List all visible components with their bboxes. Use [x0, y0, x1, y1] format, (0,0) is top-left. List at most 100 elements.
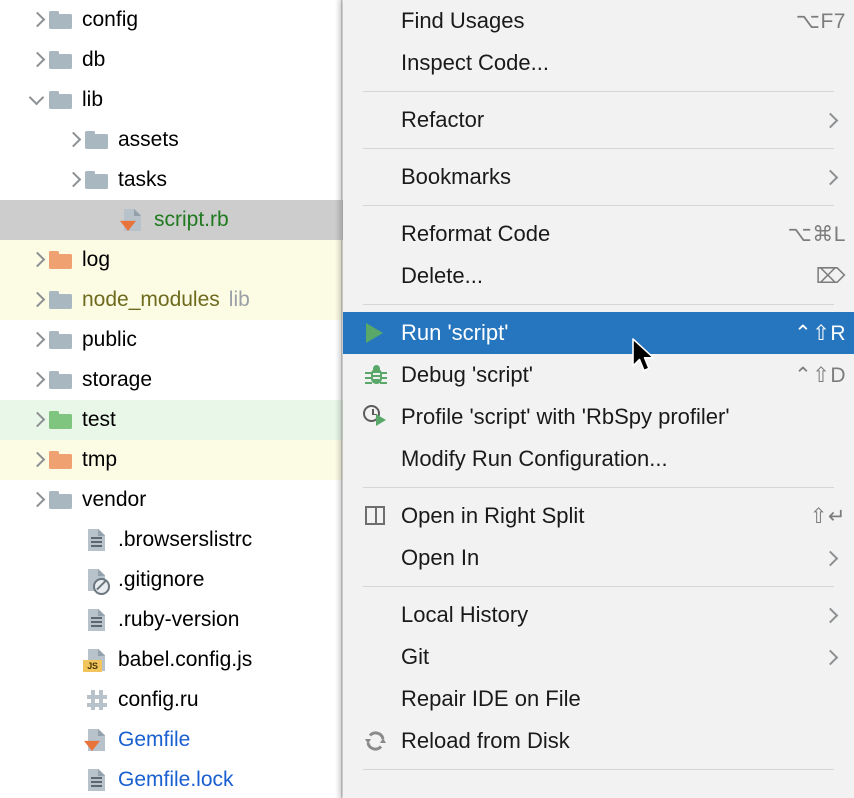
text-file-icon [84, 768, 110, 792]
menu-item-label: Bookmarks [401, 164, 808, 190]
menu-icon-placeholder [363, 107, 389, 133]
menu-item[interactable]: Profile 'script' with 'RbSpy profiler' [343, 396, 854, 438]
folder-icon [48, 369, 74, 391]
chevron-right-icon[interactable] [822, 549, 840, 567]
tree-item-label: config.ru [118, 688, 199, 712]
tree-arrow-spacer [62, 769, 84, 791]
tree-row[interactable]: vendor [0, 480, 343, 520]
menu-separator [363, 91, 834, 92]
menu-item-shortcut: ⌃⇧R [794, 321, 846, 346]
file-context-menu[interactable]: Find Usages ⌥F7 Inspect Code... Refactor Boo… [343, 0, 854, 798]
folder-icon [48, 49, 74, 71]
chevron-right-icon[interactable] [26, 489, 48, 511]
tree-row[interactable]: .gitignore [0, 560, 343, 600]
menu-item[interactable]: Open in Right Split⇧↵ [343, 495, 854, 537]
menu-icon-placeholder [363, 545, 389, 571]
chevron-right-icon[interactable] [26, 249, 48, 271]
tree-arrow-spacer [62, 569, 84, 591]
folder-icon [48, 89, 74, 111]
tree-row[interactable]: Gemfile.lock [0, 760, 343, 798]
chevron-right-icon[interactable] [822, 111, 840, 129]
chevron-right-icon[interactable] [822, 168, 840, 186]
menu-item-label: Inspect Code... [401, 50, 846, 76]
chevron-right-icon[interactable] [26, 329, 48, 351]
menu-separator [363, 148, 834, 149]
tree-row[interactable]: Gemfile [0, 720, 343, 760]
rack-file-icon [84, 688, 110, 712]
tree-row[interactable]: db [0, 40, 343, 80]
menu-separator [363, 769, 834, 770]
js-file-icon: JS [84, 648, 110, 672]
tree-item-label: assets [118, 128, 179, 152]
folder-icon [48, 409, 74, 431]
folder-icon [84, 129, 110, 151]
tree-row[interactable]: node_moduleslib [0, 280, 343, 320]
menu-item[interactable]: Refactor [343, 99, 854, 141]
chevron-down-icon[interactable] [26, 89, 48, 111]
tree-item-label: .ruby-version [118, 608, 239, 632]
chevron-right-icon[interactable] [26, 449, 48, 471]
menu-item[interactable]: Debug 'script'⌃⇧D [343, 354, 854, 396]
menu-item[interactable]: Modify Run Configuration... [343, 438, 854, 480]
tree-item-label: .browserslistrc [118, 528, 252, 552]
menu-item[interactable]: Find Usages ⌥F7 [343, 0, 854, 42]
chevron-right-icon[interactable] [822, 648, 840, 666]
chevron-right-icon[interactable] [26, 409, 48, 431]
chevron-right-icon[interactable] [26, 369, 48, 391]
tree-item-label: storage [82, 368, 152, 392]
menu-item-shortcut: ⌥F7 [796, 9, 846, 34]
tree-row[interactable]: storage [0, 360, 343, 400]
profile-icon [363, 404, 389, 430]
menu-item[interactable]: Repair IDE on File [343, 678, 854, 720]
menu-item-label: Reload from Disk [401, 728, 846, 754]
chevron-right-icon[interactable] [62, 129, 84, 151]
gitignore-file-icon [84, 568, 110, 592]
menu-icon-placeholder [363, 50, 389, 76]
menu-item[interactable]: Git [343, 636, 854, 678]
reload-icon [363, 728, 389, 754]
menu-icon-placeholder [363, 221, 389, 247]
chevron-right-icon[interactable] [822, 606, 840, 624]
tree-row[interactable]: log [0, 240, 343, 280]
folder-icon [48, 249, 74, 271]
chevron-right-icon[interactable] [62, 169, 84, 191]
tree-row[interactable]: lib [0, 80, 343, 120]
tree-row[interactable]: tasks [0, 160, 343, 200]
tree-row[interactable]: public [0, 320, 343, 360]
menu-item[interactable]: Delete...⌦ [343, 255, 854, 297]
menu-item-shortcut: ⌃⇧D [794, 363, 846, 388]
tree-item-label: public [82, 328, 137, 352]
menu-item-label: Find Usages [401, 8, 780, 34]
menu-separator [363, 304, 834, 305]
folder-icon [48, 489, 74, 511]
menu-separator [363, 487, 834, 488]
menu-item[interactable]: Local History [343, 594, 854, 636]
tree-row[interactable]: JSbabel.config.js [0, 640, 343, 680]
tree-row[interactable]: tmp [0, 440, 343, 480]
tree-row[interactable]: config.ru [0, 680, 343, 720]
tree-row[interactable]: .ruby-version [0, 600, 343, 640]
project-file-tree[interactable]: configdblib assets tasks script.rblognode_m… [0, 0, 343, 798]
tree-row[interactable]: assets [0, 120, 343, 160]
menu-item[interactable]: Run 'script'⌃⇧R [343, 312, 854, 354]
chevron-right-icon[interactable] [26, 9, 48, 31]
menu-item[interactable]: Bookmarks [343, 156, 854, 198]
menu-icon-placeholder [363, 8, 389, 34]
menu-item[interactable]: Open In [343, 537, 854, 579]
tree-row[interactable]: .browserslistrc [0, 520, 343, 560]
tree-row[interactable]: script.rb [0, 200, 343, 240]
menu-item[interactable]: Reformat Code⌥⌘L [343, 213, 854, 255]
text-file-icon [84, 608, 110, 632]
chevron-right-icon[interactable] [26, 49, 48, 71]
menu-item-shortcut: ⌥⌘L [788, 222, 846, 247]
tree-row[interactable]: test [0, 400, 343, 440]
tree-arrow-spacer [62, 689, 84, 711]
menu-separator [363, 586, 834, 587]
menu-item[interactable]: Inspect Code... [343, 42, 854, 84]
tree-item-label: tasks [118, 168, 167, 192]
chevron-right-icon[interactable] [26, 289, 48, 311]
menu-icon-placeholder [363, 686, 389, 712]
tree-arrow-spacer [62, 609, 84, 631]
tree-row[interactable]: config [0, 0, 343, 40]
menu-item[interactable]: Reload from Disk [343, 720, 854, 762]
